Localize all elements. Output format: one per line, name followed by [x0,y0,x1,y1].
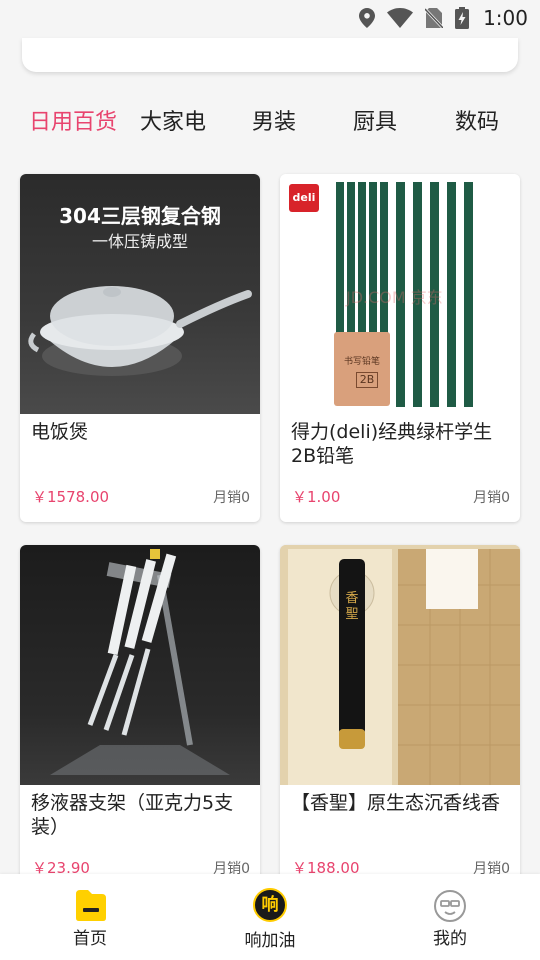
incense-box-illustration [280,545,520,785]
search-card[interactable] [22,38,518,72]
product-image-pencils: deli JD.COM 京东 书写铅笔 2B [280,174,520,414]
product-card[interactable]: 移液器支架（亚克力5支装） ￥23.90 月销0 [20,545,260,885]
product-price: ￥1578.00 [32,488,110,506]
wifi-icon [387,8,414,28]
product-card[interactable]: deli JD.COM 京东 书写铅笔 2B 得力(deli)经典绿杆学生2B铅… [280,174,520,522]
watermark: JD.COM 京东 [346,288,443,307]
pencil-box-label: 书写铅笔 [343,357,380,367]
nav-fuel[interactable]: 响 响加油 [210,874,330,960]
product-title: 【香聖】原生态沉香线香 [291,792,501,814]
fuel-brand-icon: 响 [253,888,287,922]
product-card[interactable]: 304三层钢复合钢 一体压铸成型 电饭煲 ￥1578.00 月销0 [20,174,260,522]
product-title: 移液器支架（亚克力5支装） [31,792,234,838]
wok-illustration [28,286,252,376]
status-icons: 1:00 [359,6,528,30]
pipette-stand-illustration [50,549,230,775]
tab-appliances[interactable]: 大家电 [140,100,206,146]
tab-menswear[interactable]: 男装 [252,100,296,146]
incense-brand-text: 香聖 [345,591,359,622]
tab-kitchenware[interactable]: 厨具 [353,100,397,146]
product-card[interactable]: 香聖 【香聖】原生态沉香线香 ￥188.00 月销0 [280,545,520,885]
nav-home[interactable]: 首页 [30,874,150,960]
profile-icon [434,890,466,922]
product-sales: 月销0 [473,490,510,506]
location-icon [359,8,376,28]
nav-home-label: 首页 [73,929,107,949]
no-sim-icon [425,8,444,28]
product-title: 电饭煲 [31,421,89,443]
nav-profile[interactable]: 我的 [390,874,510,960]
battery-charging-icon [455,7,470,29]
product-image-wok: 304三层钢复合钢 一体压铸成型 [20,174,260,414]
home-icon [76,890,106,921]
status-time: 1:00 [483,6,528,30]
tab-digital[interactable]: 数码 [455,100,499,146]
tab-daily-goods[interactable]: 日用百货 [29,100,117,146]
pencil-grade: 2B [356,372,378,388]
product-image-pipette-stand [20,545,260,785]
product-sales: 月销0 [213,490,250,506]
status-bar: 1:00 [0,0,540,36]
nav-profile-label: 我的 [433,929,467,949]
product-image-incense: 香聖 [280,545,520,785]
bottom-nav: 首页 响 响加油 我的 [0,874,540,960]
nav-fuel-label: 响加油 [244,931,296,951]
category-tabs: 日用百货 大家电 男装 厨具 数码 [0,100,540,146]
product-price: ￥1.00 [292,488,341,506]
product-title: 得力(deli)经典绿杆学生2B铅笔 [291,421,493,467]
